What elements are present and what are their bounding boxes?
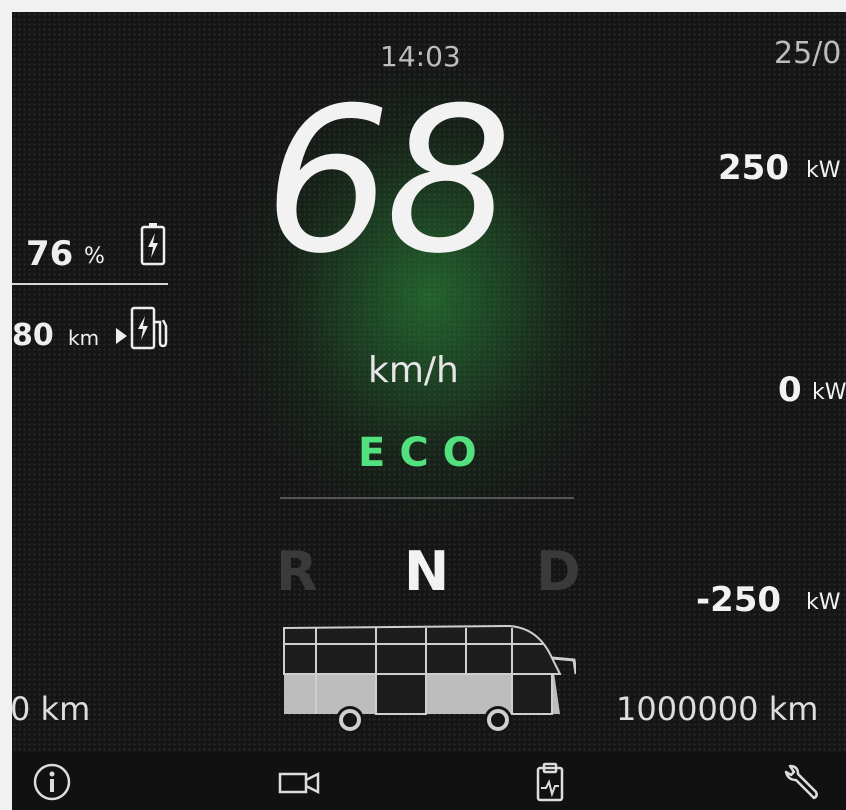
power-zero-unit: kW: [812, 380, 846, 405]
power-zero-value: 0: [778, 370, 802, 410]
gear-drive: D: [536, 540, 581, 603]
battery-icon: [140, 223, 166, 266]
camera-icon[interactable]: [276, 762, 326, 802]
wrench-icon[interactable]: [780, 762, 824, 802]
bottom-menu-bar: [12, 752, 846, 810]
range-arrow-icon: [116, 328, 127, 344]
bus-icon: [283, 624, 576, 734]
dashboard-screen: 14:03 25/0 68 km/h ECO R N D 76 % 80 km …: [12, 12, 846, 810]
total-odometer: 1000000 km: [616, 690, 819, 728]
charging-station-icon: [130, 306, 168, 350]
date: 25/0: [774, 36, 842, 71]
power-max-value: 250: [718, 148, 789, 188]
center-divider: [280, 497, 574, 499]
range-value: 80: [12, 318, 54, 353]
battery-charge-unit: %: [84, 244, 105, 269]
power-max-unit: kW: [806, 158, 841, 183]
diagnostics-clipboard-icon[interactable]: [530, 762, 570, 802]
gear-reverse: R: [276, 540, 318, 603]
speed-value: 68: [264, 65, 512, 298]
battery-charge-value: 76: [26, 234, 74, 274]
drive-mode: ECO: [358, 430, 491, 476]
power-min-unit: kW: [806, 590, 841, 615]
power-min-value: -250: [696, 580, 782, 620]
range-unit: km: [68, 326, 100, 350]
info-icon[interactable]: [32, 762, 72, 802]
trip-distance: 0 km: [12, 690, 91, 728]
speed-unit: km/h: [368, 350, 459, 391]
battery-divider: [12, 283, 168, 285]
gear-neutral: N: [404, 540, 450, 603]
